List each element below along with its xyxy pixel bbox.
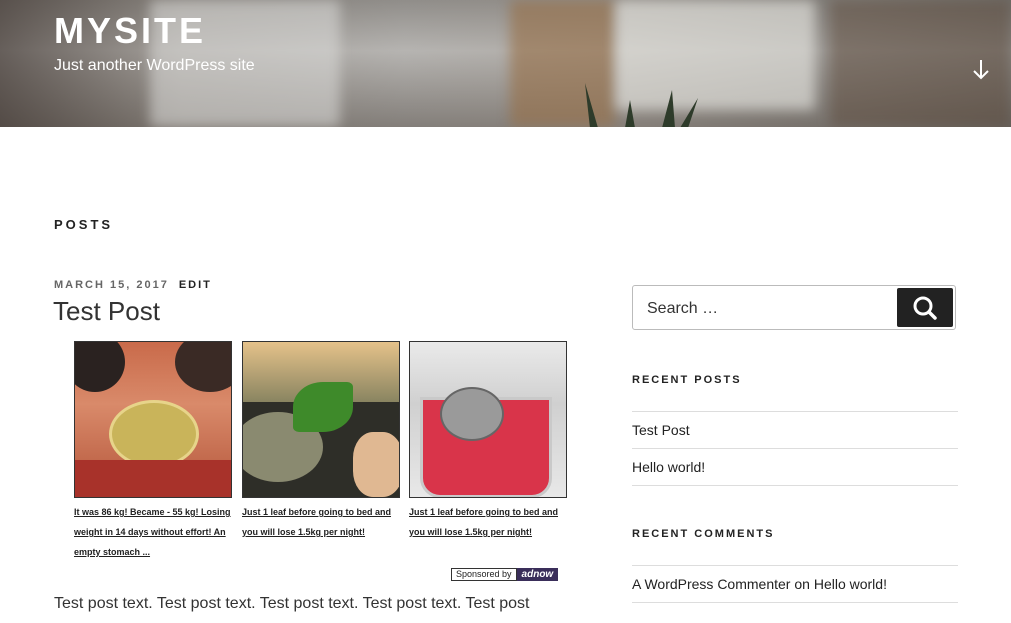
ad-text[interactable]: It was 86 kg! Became - 55 kg! Losing wei… <box>74 502 232 562</box>
ad-image-shape <box>75 460 231 497</box>
comment-on-text: on <box>794 576 810 592</box>
list-item: A WordPress Commenter on Hello world! <box>632 566 958 603</box>
search-icon <box>913 296 937 320</box>
post-title[interactable]: Test Post <box>53 296 160 327</box>
list-item: Hello world! <box>632 449 958 486</box>
list-item: Test Post <box>632 412 958 449</box>
ad-image[interactable] <box>74 341 232 498</box>
recent-post-link[interactable]: Hello world! <box>632 459 705 475</box>
recent-posts-title: RECENT POSTS <box>632 374 742 386</box>
post-content: Test post text. Test post text. Test pos… <box>54 595 530 612</box>
mint-leaf-image <box>293 382 353 432</box>
search-input[interactable] <box>645 286 899 331</box>
post-date-link[interactable]: MARCH 15, 2017 <box>54 279 169 291</box>
ad-image[interactable] <box>242 341 400 498</box>
ad-image-shape <box>175 342 231 392</box>
sponsored-badge[interactable]: Sponsored by adnow <box>451 568 559 581</box>
search-form <box>632 285 956 331</box>
comment-post-link[interactable]: Hello world! <box>814 576 887 592</box>
ad-card[interactable]: It was 86 kg! Became - 55 kg! Losing wei… <box>74 341 232 562</box>
comment-author-link[interactable]: A WordPress Commenter <box>632 576 790 592</box>
ad-card[interactable]: Just 1 leaf before going to bed and you … <box>409 341 567 542</box>
site-description: Just another WordPress site <box>54 57 255 74</box>
ad-card[interactable]: Just 1 leaf before going to bed and you … <box>242 341 400 542</box>
adnow-logo: adnow <box>516 568 559 581</box>
recent-comments-title: RECENT COMMENTS <box>632 528 775 540</box>
ad-text[interactable]: Just 1 leaf before going to bed and you … <box>242 502 400 542</box>
lemon-image <box>109 400 199 468</box>
strainer-image <box>440 387 504 441</box>
recent-comments-list: A WordPress Commenter on Hello world! <box>632 565 958 603</box>
ad-text[interactable]: Just 1 leaf before going to bed and you … <box>409 502 567 542</box>
site-header: MYSITE Just another WordPress site <box>0 0 1011 127</box>
page-heading: POSTS <box>54 217 114 232</box>
site-title[interactable]: MYSITE <box>54 10 206 52</box>
post-edit-link[interactable]: EDIT <box>179 279 212 291</box>
ad-image-shape <box>75 342 125 392</box>
recent-post-link[interactable]: Test Post <box>632 422 690 438</box>
post-meta: MARCH 15, 2017 EDIT <box>54 279 212 291</box>
recent-posts-list: Test Post Hello world! <box>632 411 958 486</box>
ad-image-shape <box>353 432 399 497</box>
arrow-down-icon[interactable] <box>970 58 992 82</box>
ad-image[interactable] <box>409 341 567 498</box>
search-button[interactable] <box>897 288 953 327</box>
plant-image <box>585 83 698 127</box>
sponsored-label: Sponsored by <box>451 568 517 581</box>
